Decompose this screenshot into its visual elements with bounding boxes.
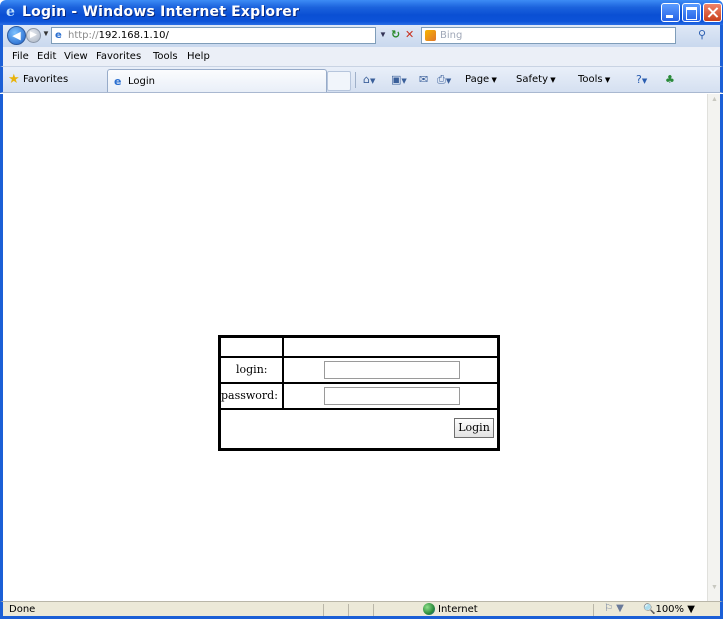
- refresh-icon[interactable]: ↻: [391, 28, 400, 41]
- menu-edit[interactable]: Edit: [37, 51, 56, 62]
- protected-mode-icon[interactable]: ⚐ ▼: [604, 603, 624, 614]
- tools-menu[interactable]: Tools ▼: [578, 74, 610, 85]
- login-button[interactable]: Login: [454, 418, 494, 438]
- tab-page-icon: e: [114, 75, 122, 88]
- recent-pages-dropdown-icon[interactable]: ▼: [42, 29, 50, 38]
- safety-menu-caret-icon: ▼: [548, 76, 556, 84]
- tools-menu-label: Tools: [578, 74, 603, 85]
- navigation-bar: ◀ ▶ ▼ e http://192.168.1.10/ ▼ ↻ ✕ Bing …: [0, 25, 723, 47]
- search-input[interactable]: Bing: [421, 27, 676, 44]
- address-host: 192.168.1.10/: [98, 30, 169, 41]
- address-input[interactable]: e http://192.168.1.10/: [51, 27, 376, 44]
- favorites-command-bar: ★ Favorites e Login ⌂▼ ▣▼ ✉ ⎙▼ Page ▼ Sa…: [0, 67, 723, 93]
- header-cell-left: [220, 337, 283, 357]
- back-button[interactable]: ◀: [7, 26, 26, 45]
- search-placeholder: Bing: [440, 30, 463, 41]
- close-button[interactable]: [703, 3, 722, 22]
- forward-button[interactable]: ▶: [26, 28, 41, 43]
- address-dropdown-icon[interactable]: ▼: [379, 30, 387, 39]
- zoom-level: 100%: [655, 604, 685, 615]
- bing-logo-icon: [425, 30, 436, 41]
- status-separator: [348, 604, 349, 616]
- maximize-button[interactable]: [682, 3, 701, 22]
- search-icon[interactable]: ⚲: [698, 28, 706, 41]
- page-menu[interactable]: Page ▼: [465, 74, 497, 85]
- address-text: http://192.168.1.10/: [68, 30, 169, 41]
- page-menu-label: Page: [465, 74, 490, 85]
- print-icon[interactable]: ⎙▼: [437, 73, 451, 87]
- password-input[interactable]: [324, 387, 460, 405]
- page-menu-caret-icon: ▼: [489, 76, 497, 84]
- tab-login[interactable]: e Login: [107, 69, 327, 92]
- help-icon[interactable]: ?▼: [636, 73, 647, 86]
- page-icon: e: [55, 30, 62, 41]
- password-label: password:: [221, 389, 278, 402]
- status-separator: [323, 604, 324, 616]
- menu-bar: File Edit View Favorites Tools Help: [0, 47, 723, 67]
- title-bar[interactable]: e Login - Windows Internet Explorer: [0, 0, 723, 25]
- login-label: login:: [236, 363, 268, 376]
- safety-menu[interactable]: Safety ▼: [516, 74, 556, 85]
- status-separator: [593, 604, 594, 616]
- header-cell-right: [283, 337, 498, 357]
- login-form: login: password: Login: [218, 335, 500, 451]
- new-tab-button[interactable]: [327, 71, 351, 91]
- status-separator: [373, 604, 374, 616]
- status-text: Done: [9, 604, 36, 615]
- command-separator: [355, 72, 356, 88]
- stop-icon[interactable]: ✕: [405, 28, 414, 41]
- address-scheme: http://: [68, 30, 99, 41]
- minimize-button[interactable]: [661, 3, 680, 22]
- menu-favorites[interactable]: Favorites: [96, 51, 141, 62]
- vertical-scrollbar[interactable]: ▲ ▼: [707, 94, 720, 601]
- status-bar: Done Internet ⚐ ▼ 🔍100% ▼: [0, 601, 723, 619]
- tools-menu-caret-icon: ▼: [602, 76, 611, 84]
- mail-icon[interactable]: ✉: [419, 73, 428, 86]
- tab-label: Login: [128, 76, 155, 87]
- favorites-star-icon[interactable]: ★: [8, 72, 20, 85]
- favorites-button[interactable]: Favorites: [23, 74, 68, 85]
- feeds-icon[interactable]: ▣▼: [391, 73, 407, 86]
- internet-zone-icon: [423, 603, 435, 615]
- menu-tools[interactable]: Tools: [153, 51, 178, 62]
- scroll-up-icon[interactable]: ▲: [709, 96, 720, 108]
- menu-view[interactable]: View: [64, 51, 88, 62]
- home-icon[interactable]: ⌂▼: [363, 73, 375, 86]
- ie-logo-icon: e: [6, 4, 15, 20]
- login-input[interactable]: [324, 361, 460, 379]
- window-title: Login - Windows Internet Explorer: [22, 4, 300, 20]
- zoom-control[interactable]: 🔍100% ▼: [643, 604, 695, 615]
- research-icon[interactable]: ♣: [665, 73, 675, 86]
- menu-help[interactable]: Help: [187, 51, 210, 62]
- security-zone-text[interactable]: Internet: [438, 604, 478, 615]
- safety-menu-label: Safety: [516, 74, 548, 85]
- menu-file[interactable]: File: [12, 51, 29, 62]
- scroll-down-icon[interactable]: ▼: [709, 584, 720, 596]
